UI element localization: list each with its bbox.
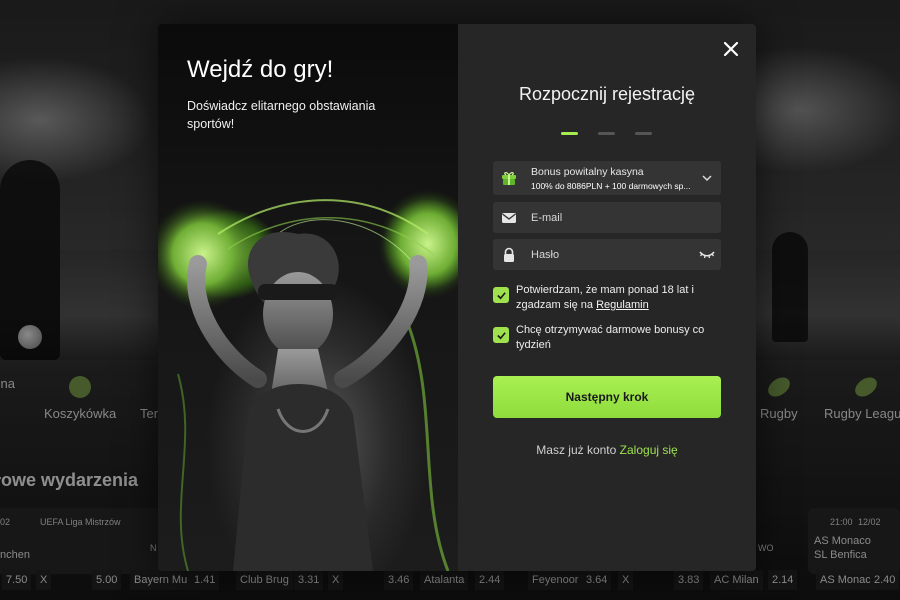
promo-subtitle: Doświadcz elitarnego obstawiania sportów… [187, 99, 376, 131]
registration-modal: Wejdź do gry! Doświadcz elitarnego obsta… [158, 24, 756, 571]
bonus-consent-text: Chcę otrzymywać darmowe bonusy co tydzie… [516, 324, 705, 351]
chevron-down-icon [702, 175, 712, 182]
terms-link[interactable]: Regulamin [596, 299, 649, 311]
eye-closed-icon[interactable] [699, 248, 715, 260]
bonus-select[interactable]: Bonus powitalny kasyna 100% do 8086PLN +… [493, 161, 721, 195]
email-field[interactable] [493, 202, 721, 233]
age-consent-text: Potwierdzam, że mam ponad 18 lat i zgadz… [516, 283, 721, 313]
bonus-description: 100% do 8086PLN + 100 darmowych sp... [531, 180, 691, 191]
bonus-consent-row: Chcę otrzymywać darmowe bonusy co tydzie… [493, 323, 721, 353]
checkmark-icon [496, 291, 506, 299]
promo-panel: Wejdź do gry! Doświadcz elitarnego obsta… [158, 24, 458, 571]
promo-title: Wejdź do gry! [187, 56, 334, 83]
age-consent-row: Potwierdzam, że mam ponad 18 lat i zgadz… [493, 283, 721, 313]
form-title: Rozpocznij rejestrację [518, 84, 696, 104]
password-field[interactable] [493, 239, 721, 270]
step-3-indicator [635, 132, 652, 135]
login-prompt-text: Masz już konto [536, 443, 617, 457]
close-icon [723, 41, 739, 57]
step-indicator [561, 132, 652, 135]
login-link[interactable]: Zaloguj się [620, 443, 678, 457]
mail-icon [502, 212, 516, 223]
email-input[interactable] [531, 211, 691, 224]
next-step-button[interactable]: Następny krok [493, 376, 721, 418]
gift-icon [502, 172, 516, 185]
password-input[interactable] [531, 248, 691, 261]
registration-form: Rozpocznij rejestrację Bonus powitalny k… [458, 24, 756, 571]
age-consent-checkbox[interactable] [493, 287, 509, 303]
cheerleader-illustration [158, 189, 458, 571]
close-button[interactable] [720, 38, 742, 60]
step-2-indicator [598, 132, 615, 135]
login-prompt: Masz już konto Zaloguj się [458, 443, 756, 457]
lock-icon [504, 247, 514, 262]
step-1-indicator [561, 132, 578, 135]
bonus-consent-checkbox[interactable] [493, 327, 509, 343]
bonus-title: Bonus powitalny kasyna [531, 165, 644, 178]
checkmark-icon [496, 331, 506, 339]
